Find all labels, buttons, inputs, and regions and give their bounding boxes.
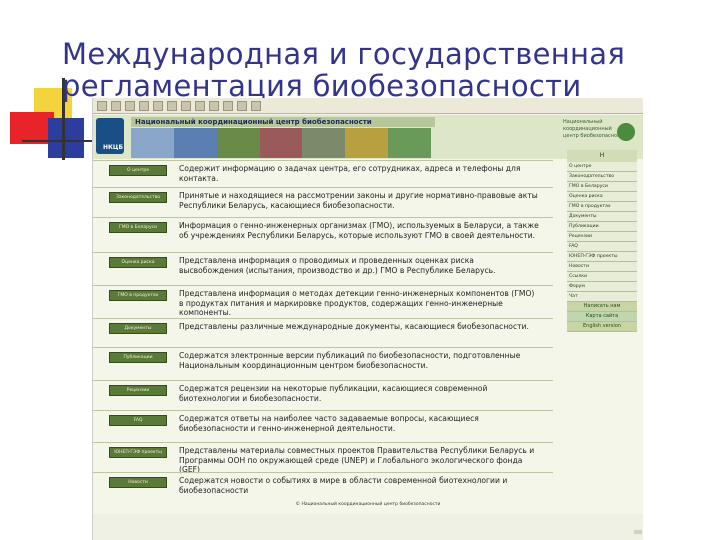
section-divider: [93, 187, 553, 188]
section-description: Представлены различные международные док…: [179, 322, 529, 331]
nav-item[interactable]: Оценка риска: [567, 192, 637, 202]
section-description: Принятые и находящиеся на рассмотрении з…: [179, 191, 538, 210]
section-description: Содержатся новости о событиях в мире в о…: [179, 476, 508, 495]
nav-item[interactable]: Законодательство: [567, 172, 637, 182]
refresh-icon[interactable]: [139, 100, 149, 111]
nav-item[interactable]: ГМО в Беларуси: [567, 182, 637, 192]
nav-link-sitemap[interactable]: Карта сайта: [567, 312, 637, 322]
site-banner: НКЦБ Национальный координационный центр …: [93, 115, 643, 159]
edit-icon[interactable]: [251, 100, 261, 111]
section-divider: [93, 252, 553, 253]
nav-item[interactable]: Новости: [567, 262, 637, 272]
nav-head: H: [567, 150, 637, 162]
decor-horizontal-line: [22, 140, 92, 142]
nav-item[interactable]: ЮНЕП-ГЭФ проекты: [567, 252, 637, 262]
section-divider: [93, 285, 553, 286]
site-logo[interactable]: НКЦБ: [96, 118, 124, 154]
section-divider: [93, 347, 553, 348]
back-icon[interactable]: [97, 100, 107, 111]
slide-title-line1: Международная и государственная: [62, 37, 626, 71]
nav-item[interactable]: ГМО в продуктах: [567, 202, 637, 212]
section-divider: [93, 472, 553, 473]
slide-corner-mark: [634, 530, 642, 534]
org-name: Национальный координационный центр биобе…: [131, 117, 435, 127]
section-description: Представлена информация о методах детекц…: [179, 289, 535, 317]
search-icon[interactable]: [167, 100, 177, 111]
right-nav: H О центре Законодательство ГМО в Беларуси…: [567, 150, 637, 332]
nav-items: О центре Законодательство ГМО в Беларуси Оц…: [567, 162, 637, 302]
leaf-icon: [617, 123, 635, 141]
history-icon[interactable]: [209, 100, 219, 111]
mail-icon[interactable]: [223, 100, 233, 111]
section-button[interactable]: Рецензии: [109, 385, 167, 396]
section-divider: [93, 442, 553, 443]
logo-label: НКЦБ: [102, 144, 124, 151]
section-button[interactable]: Публикации: [109, 352, 167, 363]
website-screenshot: НКЦБ Национальный координационный центр …: [92, 98, 643, 540]
slide-title: Международная и государственная регламен…: [62, 38, 712, 102]
nav-item[interactable]: Рецензии: [567, 232, 637, 242]
section-divider: [93, 380, 553, 381]
banner-image-5: [302, 128, 346, 158]
banner-image-7: [388, 128, 432, 158]
media-icon[interactable]: [195, 100, 205, 111]
section-button[interactable]: ГМО в Беларуси: [109, 222, 167, 233]
section-button[interactable]: Новости: [109, 477, 167, 488]
banner-image-3: [216, 128, 260, 158]
section-description: Содержит информацию о задачах центра, ег…: [179, 164, 521, 183]
banner-image-2: [173, 128, 217, 158]
nav-item[interactable]: О центре: [567, 162, 637, 172]
section-button[interactable]: ГМО в продуктах: [109, 290, 167, 301]
page-bottom-band: [93, 514, 643, 540]
nav-item[interactable]: FAQ: [567, 242, 637, 252]
banner-image-strip: [131, 128, 432, 158]
section-divider: [93, 318, 553, 319]
section-description: Информация о генно-инженерных организмах…: [179, 221, 539, 240]
section-description: Содержатся электронные версии публикаций…: [179, 351, 521, 370]
section-description: Содержатся ответы на наиболее часто зада…: [179, 414, 479, 433]
nav-link-contact[interactable]: Написать нам: [567, 302, 637, 312]
nav-link-english[interactable]: English version: [567, 322, 637, 332]
stop-icon[interactable]: [125, 100, 135, 111]
section-button[interactable]: Документы: [109, 323, 167, 334]
decor-blue-square: [48, 118, 84, 158]
banner-image-4: [259, 128, 303, 158]
nav-item[interactable]: Чат: [567, 292, 637, 302]
home-icon[interactable]: [153, 100, 163, 111]
section-divider: [93, 160, 553, 161]
section-button[interactable]: ЮНЕП-ГЭФ проекты: [109, 447, 167, 458]
browser-toolbar: [93, 98, 643, 114]
banner-image-1: [131, 128, 174, 158]
section-divider: [93, 217, 553, 218]
section-button[interactable]: FAQ: [109, 415, 167, 426]
favorites-icon[interactable]: [181, 100, 191, 111]
section-button[interactable]: Оценка риска: [109, 257, 167, 268]
nav-item[interactable]: Публикации: [567, 222, 637, 232]
nav-item[interactable]: Форум: [567, 282, 637, 292]
banner-image-6: [345, 128, 389, 158]
section-description: Представлены материалы совместных проект…: [179, 446, 535, 474]
section-button[interactable]: О центре: [109, 165, 167, 176]
nav-item[interactable]: Документы: [567, 212, 637, 222]
forward-icon[interactable]: [111, 100, 121, 111]
print-icon[interactable]: [237, 100, 247, 111]
section-divider: [93, 410, 553, 411]
section-button[interactable]: Законодательство: [109, 192, 167, 203]
site-footer: © Национальный координационный центр био…: [295, 502, 441, 507]
section-description: Содержатся рецензии на некоторые публика…: [179, 384, 488, 403]
nav-item[interactable]: Ссылки: [567, 272, 637, 282]
section-description: Представлена информация о проводимых и п…: [179, 256, 496, 275]
